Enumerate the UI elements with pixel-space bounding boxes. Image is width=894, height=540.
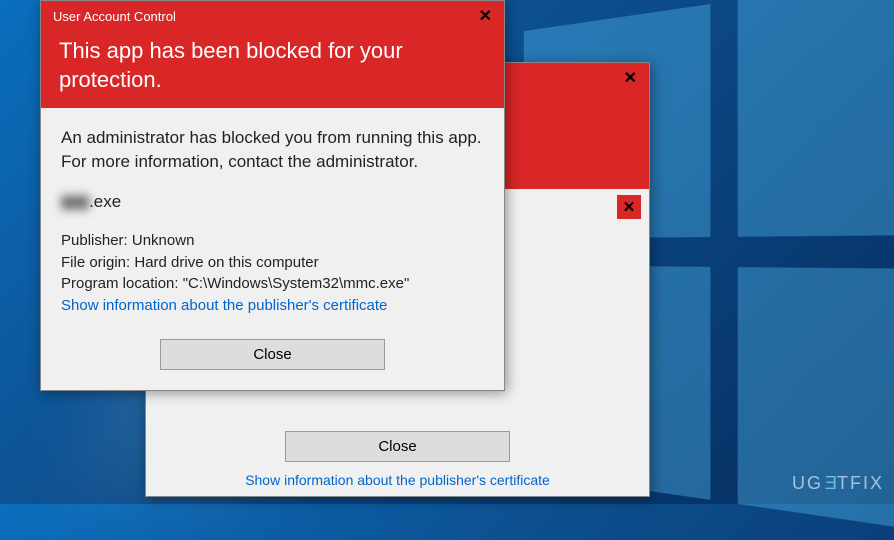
program-location-row: Program location: "C:\Windows\System32\m… (61, 273, 484, 295)
dialog-message: An administrator has blocked you from ru… (61, 126, 484, 174)
publisher-certificate-link[interactable]: Show information about the publisher's c… (61, 295, 484, 317)
publisher-certificate-link[interactable]: Show information about the publisher's c… (166, 472, 629, 488)
details-block: Publisher: Unknown File origin: Hard dri… (61, 230, 484, 317)
close-icon[interactable]: ✕ (617, 195, 641, 219)
file-origin-row: File origin: Hard drive on this computer (61, 252, 484, 274)
titlebar-title: User Account Control (53, 9, 176, 24)
close-button[interactable]: Close (160, 339, 385, 370)
publisher-row: Publisher: Unknown (61, 230, 484, 252)
exe-filename: ▮▮▮.exe (61, 192, 484, 212)
titlebar: User Account Control ✕ (41, 1, 504, 31)
dialog-body: An administrator has blocked you from ru… (41, 108, 504, 390)
close-button[interactable]: Close (285, 431, 510, 462)
watermark: UGETFIX (792, 473, 884, 494)
uac-dialog: User Account Control ✕ This app has been… (40, 0, 505, 391)
close-icon[interactable]: ✕ (475, 6, 496, 26)
close-icon[interactable]: ✕ (620, 68, 641, 88)
dialog-heading: This app has been blocked for your prote… (41, 31, 504, 108)
